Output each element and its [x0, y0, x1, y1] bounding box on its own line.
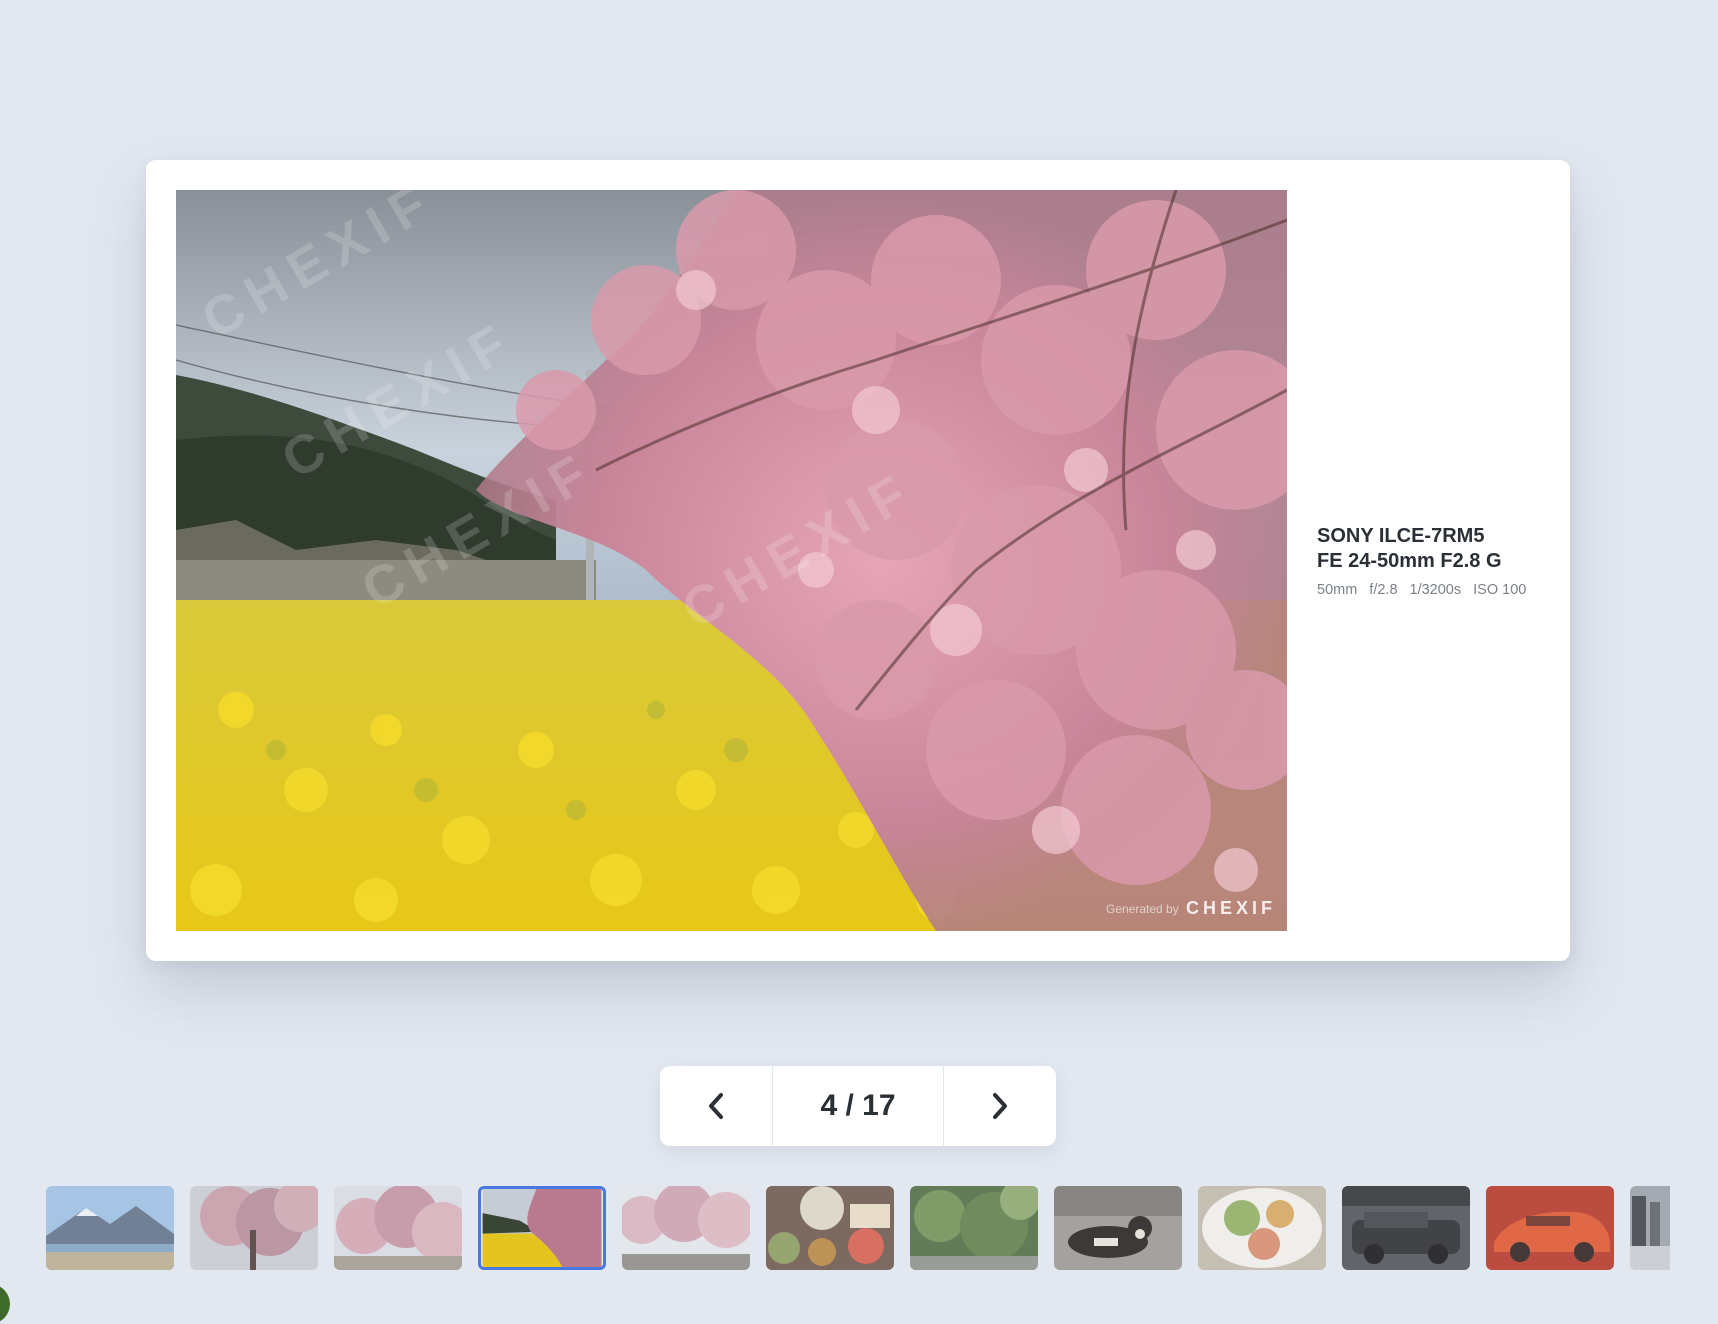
thumbnail-cherry-tree-sky[interactable] [334, 1186, 462, 1270]
thumbnail-dog[interactable] [1054, 1186, 1182, 1270]
thumbnail-cherry-tree[interactable] [190, 1186, 318, 1270]
camera-model: SONY ILCE-7RM5 [1317, 525, 1485, 547]
focal-length: 50mm [1317, 582, 1358, 598]
aperture: f/2.8 [1369, 582, 1398, 598]
thumbnail-rapeseed-cherry[interactable] [478, 1186, 606, 1270]
lens-model: FE 24-50mm F2.8 G [1317, 550, 1502, 572]
main-photo[interactable]: CHEXIF CHEXIF CHEXIF CHEXIF Generated by… [176, 190, 1287, 931]
thumbnail-food-tray[interactable] [766, 1186, 894, 1270]
thumbnail-food-plate[interactable] [1198, 1186, 1326, 1270]
pager: 4 / 17 [660, 1066, 1056, 1146]
prev-button[interactable] [660, 1066, 772, 1146]
thumbnail-dark-suv[interactable] [1342, 1186, 1470, 1270]
exif-info: SONY ILCE-7RM5 FE 24-50mm F2.8 G 50mm f/… [1317, 524, 1557, 598]
shutter-speed: 1/3200s [1409, 582, 1462, 598]
signature-prefix: Generated by [1106, 902, 1179, 916]
signature-brand: CHEXIF [1186, 898, 1276, 918]
chevron-right-icon [993, 1093, 1007, 1119]
thumbnail-red-car[interactable] [1486, 1186, 1614, 1270]
corner-accent [0, 1284, 10, 1324]
next-button[interactable] [944, 1066, 1056, 1146]
thumbnail-green-plants[interactable] [910, 1186, 1038, 1270]
page-counter: 4 / 17 [772, 1066, 944, 1146]
chevron-left-icon [709, 1093, 723, 1119]
thumbnail-street[interactable] [1630, 1186, 1670, 1270]
photo-canvas: CHEXIF CHEXIF CHEXIF CHEXIF Generated by… [176, 190, 1287, 931]
thumbnail-mountain-lake[interactable] [46, 1186, 174, 1270]
iso: ISO 100 [1473, 582, 1527, 598]
exif-settings: 50mm f/2.8 1/3200s ISO 100 [1317, 582, 1557, 598]
photo-card: CHEXIF CHEXIF CHEXIF CHEXIF Generated by… [146, 160, 1570, 961]
thumbnail-strip [46, 1186, 1670, 1270]
thumbnail-cherry-blossoms[interactable] [622, 1186, 750, 1270]
